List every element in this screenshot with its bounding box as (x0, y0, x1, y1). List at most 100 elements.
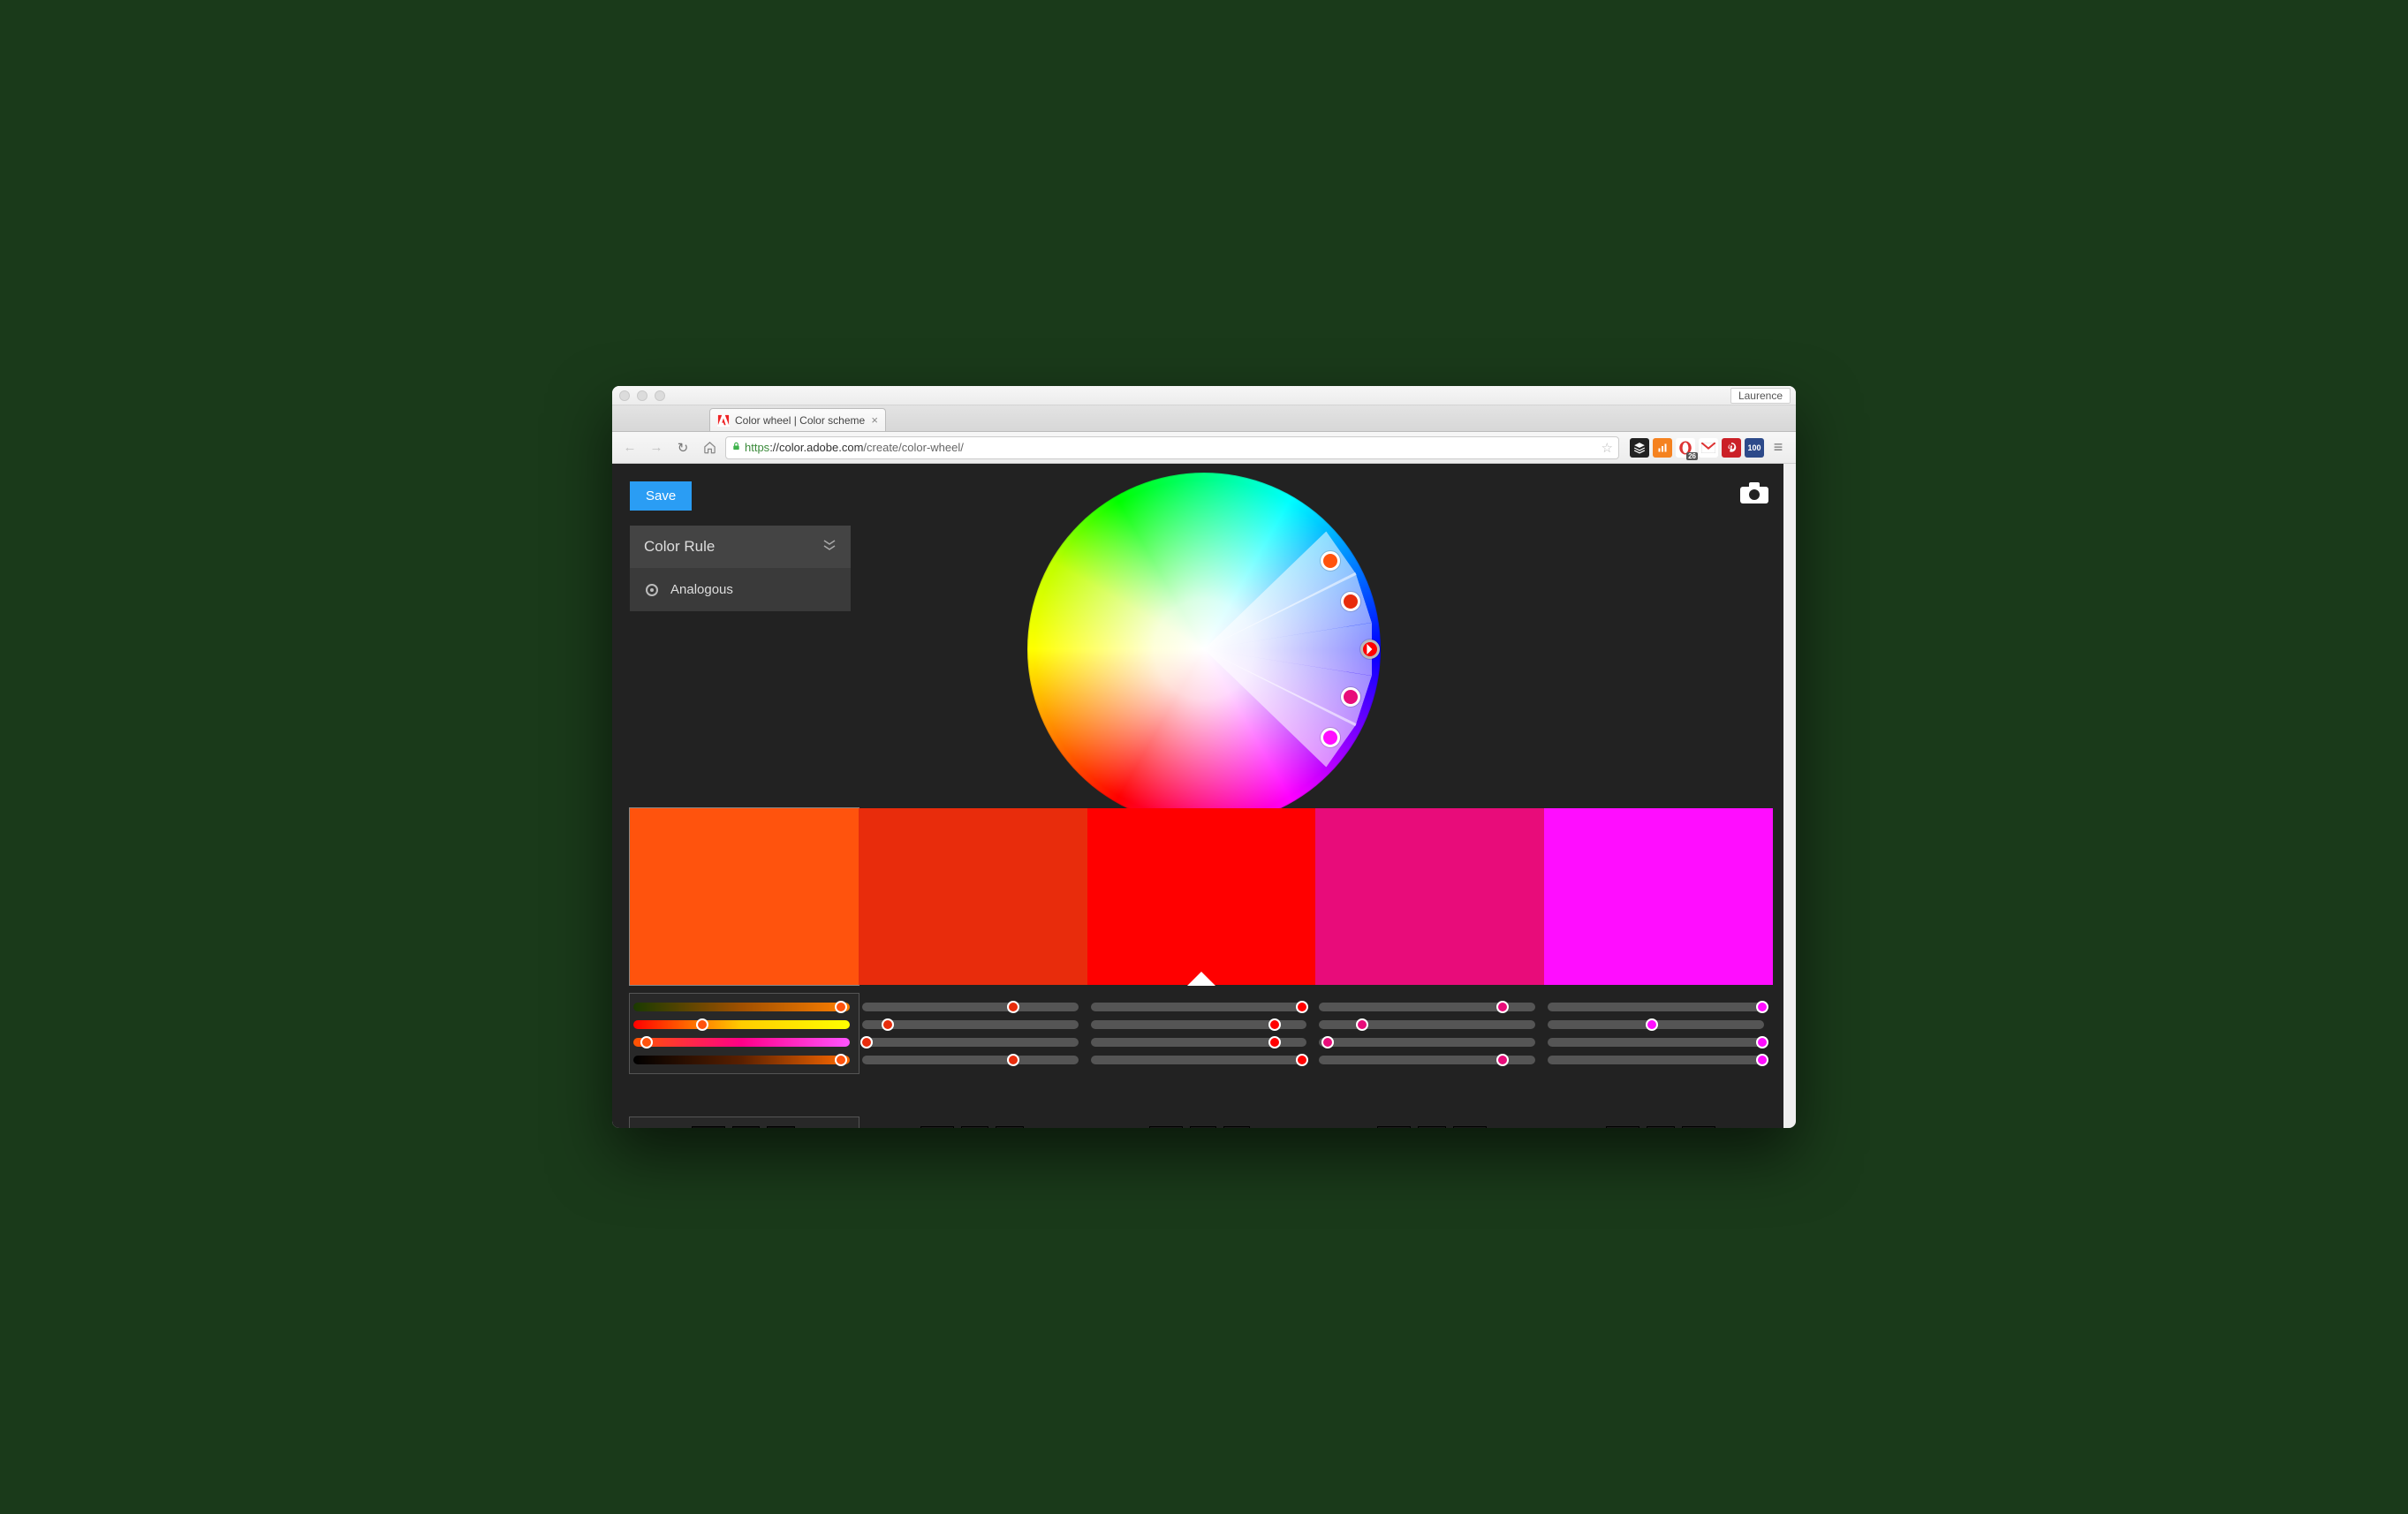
slider-track[interactable] (1091, 1056, 1307, 1064)
swatch[interactable] (1315, 808, 1544, 985)
wheel-marker[interactable] (1360, 640, 1380, 659)
slider-track[interactable] (1548, 1056, 1764, 1064)
slider-thumb[interactable] (882, 1018, 894, 1031)
extension-score-icon[interactable]: 100 (1745, 438, 1764, 458)
slider-thumb[interactable] (860, 1036, 873, 1048)
slider-track[interactable] (633, 1020, 850, 1029)
slider-track[interactable] (1319, 1003, 1535, 1011)
slider-track[interactable] (633, 1056, 850, 1064)
rgb-value[interactable]: 255 (692, 1126, 725, 1128)
bookmark-star-icon[interactable]: ☆ (1602, 440, 1613, 456)
rgb-value[interactable]: 122 (1453, 1126, 1487, 1128)
minimize-window-icon[interactable] (637, 390, 647, 401)
address-bar[interactable]: https ://color.adobe.com /create/color-w… (725, 436, 1619, 459)
wheel-marker[interactable] (1341, 687, 1360, 707)
slider-thumb[interactable] (835, 1001, 847, 1013)
browser-menu-icon[interactable]: ≡ (1768, 437, 1789, 458)
rgb-value[interactable]: 255 (1149, 1126, 1183, 1128)
tab-close-icon[interactable]: × (871, 413, 878, 427)
rgb-value[interactable]: 255 (1606, 1126, 1639, 1128)
slider-track[interactable] (1319, 1020, 1535, 1029)
slider-track[interactable] (1548, 1003, 1764, 1011)
reload-button[interactable]: ↻ (672, 437, 693, 458)
swatch[interactable] (630, 808, 859, 985)
slider-track[interactable] (633, 1003, 850, 1011)
slider-thumb[interactable] (1296, 1001, 1308, 1013)
rgb-value[interactable]: 232 (920, 1126, 954, 1128)
back-button[interactable]: ← (619, 437, 640, 458)
rgb-value[interactable]: 255 (1682, 1126, 1715, 1128)
swatch[interactable] (859, 808, 1087, 985)
url-path: /create/color-wheel/ (863, 441, 963, 454)
rgb-value[interactable]: 232 (1377, 1126, 1411, 1128)
forward-button[interactable]: → (646, 437, 667, 458)
close-window-icon[interactable] (619, 390, 630, 401)
wheel-ray (1196, 624, 1372, 726)
slider-thumb[interactable] (1007, 1054, 1019, 1066)
color-rule-option[interactable]: Analogous (630, 568, 851, 611)
slider-thumb[interactable] (1268, 1018, 1281, 1031)
traffic-lights[interactable] (619, 390, 665, 401)
slider-track[interactable] (1548, 1020, 1764, 1029)
rgb-value[interactable]: 13 (767, 1126, 794, 1128)
slider-thumb[interactable] (1296, 1054, 1308, 1066)
slider-thumb[interactable] (1496, 1054, 1509, 1066)
extension-analytics-icon[interactable] (1653, 438, 1672, 458)
slider-track[interactable] (862, 1003, 1079, 1011)
slider-thumb[interactable] (1321, 1036, 1334, 1048)
slider-thumb[interactable] (640, 1036, 653, 1048)
zoom-window-icon[interactable] (655, 390, 665, 401)
extension-opera-icon[interactable]: 26 (1676, 438, 1695, 458)
values-area: ▶RGB2558313HEXFF530DRGB2324412HEXE82C0CR… (630, 1117, 1773, 1128)
rgb-value[interactable]: 44 (961, 1126, 988, 1128)
wheel-marker[interactable] (1321, 728, 1340, 747)
wheel-marker[interactable] (1341, 592, 1360, 611)
slider-track[interactable] (1319, 1056, 1535, 1064)
color-rule-header[interactable]: Color Rule (630, 526, 851, 568)
slider-thumb[interactable] (1496, 1001, 1509, 1013)
slider-thumb[interactable] (1756, 1036, 1768, 1048)
color-wheel[interactable] (1027, 473, 1381, 826)
extension-pinterest-icon[interactable] (1722, 438, 1741, 458)
slider-thumb[interactable] (1356, 1018, 1368, 1031)
swatch-row (630, 808, 1773, 985)
sliders-area (630, 994, 1773, 1073)
url-host: ://color.adobe.com (769, 441, 863, 454)
camera-button[interactable] (1739, 481, 1769, 504)
slider-track[interactable] (1319, 1038, 1535, 1047)
rgb-value[interactable]: 0 (1223, 1126, 1250, 1128)
slider-thumb[interactable] (1646, 1018, 1658, 1031)
extension-gmail-icon[interactable] (1699, 438, 1718, 458)
slider-track[interactable] (862, 1020, 1079, 1029)
slider-thumb[interactable] (1007, 1001, 1019, 1013)
slider-thumb[interactable] (835, 1054, 847, 1066)
value-column: RGB25513255HEXFF0DFF (1544, 1117, 1773, 1128)
swatch[interactable] (1544, 808, 1773, 985)
slider-thumb[interactable] (1756, 1001, 1768, 1013)
rgb-value[interactable]: 12 (996, 1126, 1023, 1128)
slider-track[interactable] (862, 1038, 1079, 1047)
slider-thumb[interactable] (1268, 1036, 1281, 1048)
slider-track[interactable] (1091, 1003, 1307, 1011)
slider-track[interactable] (862, 1056, 1079, 1064)
slider-track[interactable] (633, 1038, 850, 1047)
extension-buffer-icon[interactable] (1630, 438, 1649, 458)
slider-track[interactable] (1091, 1038, 1307, 1047)
browser-toolbar: ← → ↻ https ://color.adobe.com /create/c… (612, 432, 1796, 464)
slider-track[interactable] (1091, 1020, 1307, 1029)
browser-tab[interactable]: Color wheel | Color scheme × (709, 408, 886, 431)
home-button[interactable] (699, 437, 720, 458)
slider-track[interactable] (1548, 1038, 1764, 1047)
scrollbar[interactable] (1783, 464, 1796, 1128)
rgb-value[interactable]: 0 (1190, 1126, 1216, 1128)
profile-badge[interactable]: Laurence (1730, 388, 1791, 404)
wheel-marker[interactable] (1321, 551, 1340, 571)
slider-thumb[interactable] (696, 1018, 708, 1031)
value-column: RGB2324412HEXE82C0C (859, 1117, 1087, 1128)
save-button[interactable]: Save (630, 481, 692, 511)
swatch[interactable] (1087, 808, 1316, 985)
rgb-value[interactable]: 12 (1418, 1126, 1445, 1128)
rgb-value[interactable]: 13 (1647, 1126, 1674, 1128)
slider-thumb[interactable] (1756, 1054, 1768, 1066)
rgb-value[interactable]: 83 (732, 1126, 760, 1128)
